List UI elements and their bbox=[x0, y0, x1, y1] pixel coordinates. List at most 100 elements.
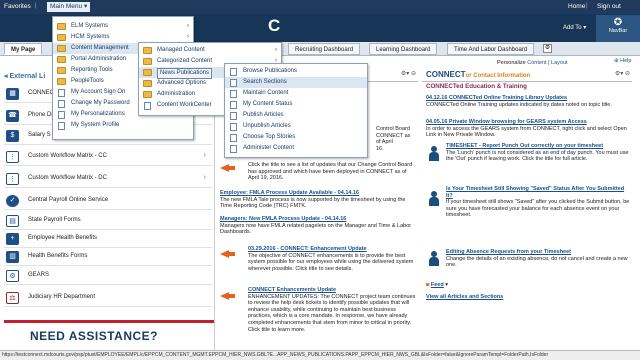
add-to-button[interactable]: Add To ▾ bbox=[563, 24, 586, 31]
partial-line: Control Board bbox=[376, 126, 410, 132]
help-icon: ⊕ bbox=[614, 58, 619, 64]
news-body: The new FMLA Tale process is now support… bbox=[220, 196, 406, 210]
health-form-icon: ▥ bbox=[6, 251, 19, 263]
news-item: 04.12.16 CONNECTed Online Training Libra… bbox=[426, 95, 630, 108]
news-title-link[interactable]: CONNECT Enhancements Update bbox=[248, 287, 416, 294]
news-publications-submenu: Browse Publications Search Sections Main… bbox=[224, 63, 368, 158]
workflow-icon: ⋮ bbox=[6, 173, 19, 185]
help-link[interactable]: ⊕ Help bbox=[614, 58, 631, 64]
chevron-right-icon: › bbox=[203, 152, 206, 159]
document-icon bbox=[144, 102, 151, 110]
news-item: Editing Absence Requests from your Times… bbox=[446, 249, 630, 269]
document-icon bbox=[230, 112, 237, 120]
partial-line: 16. bbox=[376, 145, 384, 152]
news-title-link[interactable]: 03.29.2016 - CONNECT: Enhancement Update bbox=[248, 246, 416, 253]
list-item-label: State Payroll Forms bbox=[28, 217, 81, 223]
news-title-link[interactable]: Employee: FMLA Process Update Available … bbox=[220, 190, 416, 197]
chevron-right-icon: › bbox=[203, 174, 206, 181]
news-item: CONNECT Enhancements Update ENHANCEMENT … bbox=[248, 287, 416, 333]
view-all-label: View all Articles and Sections bbox=[426, 294, 504, 300]
list-item-label: Central Payroll Online Service bbox=[28, 197, 109, 203]
personalize-bar: Personalize Content | Layout bbox=[497, 60, 568, 66]
menu-item-administer-content[interactable]: Administer Content bbox=[225, 143, 367, 154]
person-icon bbox=[428, 146, 440, 162]
favorites-menu[interactable]: Favorites bbox=[4, 3, 31, 10]
gears-icon: ⚙ bbox=[6, 270, 19, 282]
feed-label: Feed bbox=[430, 282, 444, 288]
personalize-content-link[interactable]: Content bbox=[527, 60, 546, 66]
list-item[interactable]: ▤ State Payroll Forms bbox=[4, 212, 212, 230]
list-item[interactable]: ⚙ GEARS bbox=[4, 267, 212, 285]
list-item-label: Phone Di bbox=[28, 112, 53, 118]
menu-item-publish-articles[interactable]: Publish Articles bbox=[225, 110, 367, 121]
document-icon bbox=[230, 101, 237, 109]
pagelet-controls-icon[interactable]: ⚙▾ ⊖ bbox=[615, 70, 630, 77]
brand-logo: C bbox=[268, 16, 282, 35]
menu-item-maintain-content[interactable]: Maintain Content bbox=[225, 88, 367, 99]
person-icon bbox=[428, 191, 440, 207]
dollar-icon: $ bbox=[6, 130, 19, 142]
tab-my-page[interactable]: My Page bbox=[4, 43, 43, 55]
feed-link[interactable]: ◙ Feed ▾ bbox=[426, 282, 448, 289]
news-title-link[interactable]: Managers: New FMLA Process Update - 04.1… bbox=[220, 216, 416, 223]
news-body: The 'Lunch' punch is not considered as a… bbox=[446, 149, 629, 163]
news-body: The objective of CONNECT enhancements is… bbox=[248, 252, 414, 272]
folder-icon bbox=[57, 78, 66, 85]
news-item: Click the title to see a list of updates… bbox=[248, 162, 416, 182]
list-item-label: Salary S bbox=[28, 132, 51, 138]
list-item[interactable]: ⋮ Custom Workflow Matrix - DC › bbox=[4, 170, 212, 188]
list-item[interactable]: ⚖ Judiciary HR Department bbox=[4, 289, 212, 307]
menu-item-elm-systems[interactable]: ELM Systems › bbox=[53, 21, 193, 32]
menu-item-search-sections[interactable]: Search Sections bbox=[225, 77, 367, 88]
list-item[interactable]: ▥ Health Benefits Forms bbox=[4, 248, 212, 266]
main-menu-label: Main Menu bbox=[50, 3, 83, 10]
news-title-link[interactable]: Editing Absence Requests from your Times… bbox=[446, 249, 630, 256]
tab-time-labor-dashboard[interactable]: Time And Labor Dashboard bbox=[447, 43, 535, 55]
folder-icon bbox=[57, 34, 66, 41]
pagelet-controls-icon[interactable]: ⚙▾ ⊖ bbox=[401, 70, 416, 77]
tab-learning-dashboard[interactable]: Learning Dashboard bbox=[369, 43, 438, 55]
workflow-icon: ⋮ bbox=[6, 151, 19, 163]
news-title-link[interactable]: TIMESHEET - Report Punch Out correctly o… bbox=[446, 143, 630, 150]
connector-pagelet: CONNECTor Contact Information ⚙▾ ⊖ CONNE… bbox=[422, 68, 632, 350]
help-label: Help bbox=[620, 58, 632, 64]
list-item[interactable]: ⋮ Custom Workflow Matrix - CC › bbox=[4, 148, 212, 166]
home-link[interactable]: Home bbox=[568, 3, 585, 10]
folder-icon bbox=[57, 56, 66, 63]
view-all-link[interactable]: View all Articles and Sections bbox=[426, 294, 503, 301]
sign-out-link[interactable]: Sign out bbox=[597, 3, 621, 10]
need-assistance-text: NEED ASSISTANCE? bbox=[30, 329, 159, 343]
list-item[interactable]: ✓ Central Payroll Online Service bbox=[4, 192, 212, 210]
news-body: ENHANCEMENT UPDATES: The CONNECT project… bbox=[248, 293, 416, 333]
need-assistance-banner[interactable]: NEED ASSISTANCE? bbox=[4, 320, 214, 348]
personalize-layout-link[interactable]: Layout bbox=[551, 60, 568, 66]
news-body: Change the details of an existing absenc… bbox=[446, 255, 628, 269]
tab-recruiting-dashboard[interactable]: Recruiting Dashboard bbox=[288, 43, 361, 55]
tab-gear-icon[interactable]: ⚙ bbox=[543, 44, 552, 53]
news-title-link[interactable]: 04.05.16 Private Window browsing for GEA… bbox=[426, 119, 630, 126]
navbar-button[interactable]: ✪ NavBar bbox=[596, 15, 640, 42]
list-item[interactable]: + Employee Health Benefits bbox=[4, 230, 212, 248]
menu-item-my-system-profile[interactable]: My System Profile bbox=[53, 120, 193, 131]
document-icon bbox=[58, 122, 65, 130]
news-title-link[interactable]: 04.12.16 CONNECTed Online Training Libra… bbox=[426, 95, 630, 102]
news-body: Managers now have FMLA related pagelets … bbox=[220, 222, 412, 236]
menu-item-choose-top-stories[interactable]: Choose Top Stories bbox=[225, 132, 367, 143]
news-body: In order to access the GEARS system from… bbox=[426, 125, 627, 139]
menu-item-my-content-status[interactable]: My Content Status bbox=[225, 99, 367, 110]
news-title-link[interactable]: Is Your Timesheet Still Showing "Saved" … bbox=[446, 186, 630, 199]
list-item-label: Employee Health Benefits bbox=[28, 235, 98, 241]
menu-item-unpublish-articles[interactable]: Unpublish Articles bbox=[225, 121, 367, 132]
folder-icon bbox=[57, 67, 66, 74]
separator: | bbox=[35, 3, 37, 9]
menu-item-browse-publications[interactable]: Browse Publications bbox=[225, 66, 367, 77]
left-pagelet-title: ◂ External Li bbox=[4, 73, 46, 80]
menu-item-managed-content[interactable]: Managed Content › bbox=[139, 45, 281, 56]
form-icon: ▤ bbox=[6, 215, 19, 227]
news-item: 04.05.16 Private Window browsing for GEA… bbox=[426, 119, 630, 139]
folder-icon bbox=[57, 23, 66, 30]
list-item-label: Judiciary HR Department bbox=[28, 294, 96, 300]
folder-icon bbox=[57, 45, 66, 52]
main-menu[interactable]: Main Menu ▾ bbox=[47, 2, 91, 12]
judiciary-icon: ⚖ bbox=[6, 292, 19, 304]
